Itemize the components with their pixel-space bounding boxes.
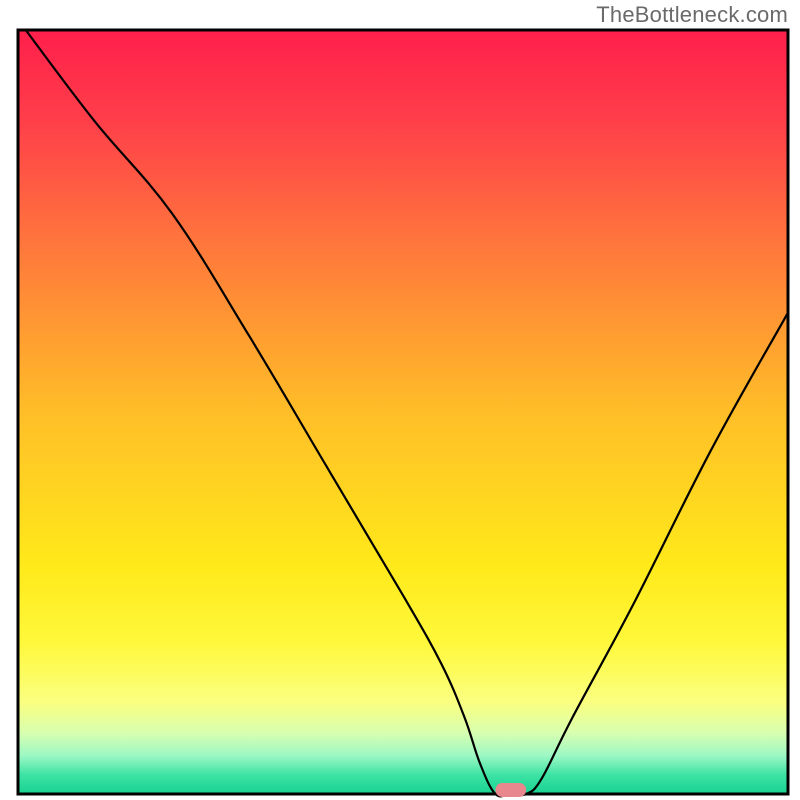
plot-background — [18, 30, 788, 794]
watermark-text: TheBottleneck.com — [596, 2, 788, 28]
optimal-zone-marker — [495, 783, 526, 797]
chart-svg — [0, 0, 800, 800]
bottleneck-chart: TheBottleneck.com — [0, 0, 800, 800]
